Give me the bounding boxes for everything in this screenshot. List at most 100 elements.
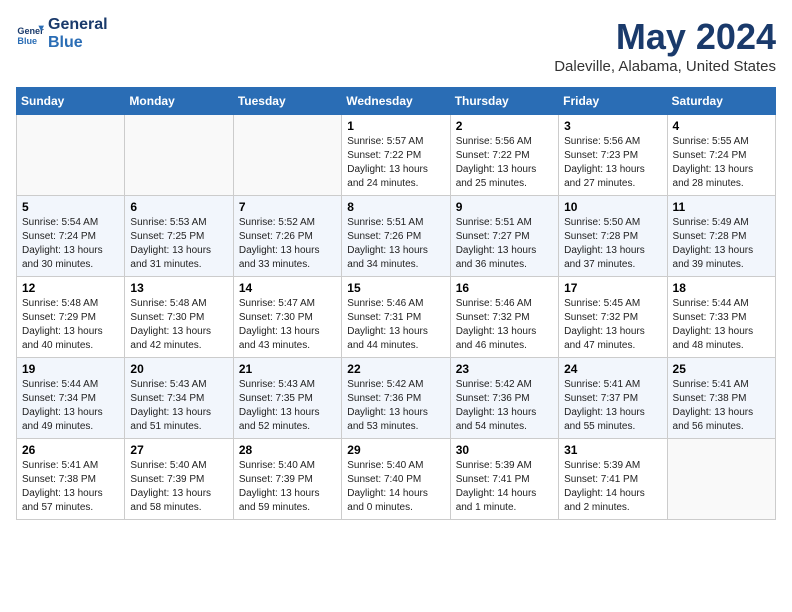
day-number: 6 bbox=[130, 200, 227, 214]
week-row-5: 26 Sunrise: 5:41 AM Sunset: 7:38 PM Dayli… bbox=[17, 439, 776, 520]
day-info: Sunrise: 5:43 AM Sunset: 7:34 PM Dayligh… bbox=[130, 378, 227, 434]
day-info: Sunrise: 5:52 AM Sunset: 7:26 PM Dayligh… bbox=[239, 216, 336, 272]
day-info: Sunrise: 5:41 AM Sunset: 7:38 PM Dayligh… bbox=[673, 378, 770, 434]
day-info: Sunrise: 5:44 AM Sunset: 7:34 PM Dayligh… bbox=[22, 378, 119, 434]
header-row: SundayMondayTuesdayWednesdayThursdayFrid… bbox=[17, 88, 776, 115]
day-cell: 3 Sunrise: 5:56 AM Sunset: 7:23 PM Daylig… bbox=[559, 115, 667, 196]
day-number: 8 bbox=[347, 200, 444, 214]
day-number: 30 bbox=[456, 443, 553, 457]
day-cell: 25Sunrise: 5:41 AM Sunset: 7:38 PM Dayli… bbox=[667, 358, 775, 439]
day-cell: 26 Sunrise: 5:41 AM Sunset: 7:38 PM Dayli… bbox=[17, 439, 125, 520]
day-cell: 29Sunrise: 5:40 AM Sunset: 7:40 PM Dayli… bbox=[342, 439, 450, 520]
day-cell: 23 Sunrise: 5:42 AM Sunset: 7:36 PM Dayli… bbox=[450, 358, 558, 439]
col-header-sunday: Sunday bbox=[17, 88, 125, 115]
week-row-2: 5 Sunrise: 5:54 AM Sunset: 7:24 PM Daylig… bbox=[17, 196, 776, 277]
day-cell: 10Sunrise: 5:50 AM Sunset: 7:28 PM Dayli… bbox=[559, 196, 667, 277]
logo-icon: General Blue bbox=[16, 20, 44, 48]
week-row-1: 1 Sunrise: 5:57 AM Sunset: 7:22 PM Daylig… bbox=[17, 115, 776, 196]
day-info: Sunrise: 5:50 AM Sunset: 7:28 PM Dayligh… bbox=[564, 216, 661, 272]
day-info: Sunrise: 5:54 AM Sunset: 7:24 PM Dayligh… bbox=[22, 216, 119, 272]
day-number: 15 bbox=[347, 281, 444, 295]
day-info: Sunrise: 5:51 AM Sunset: 7:26 PM Dayligh… bbox=[347, 216, 444, 272]
day-number: 31 bbox=[564, 443, 661, 457]
col-header-saturday: Saturday bbox=[667, 88, 775, 115]
day-cell: 2 Sunrise: 5:56 AM Sunset: 7:22 PM Daylig… bbox=[450, 115, 558, 196]
day-cell: 20 Sunrise: 5:43 AM Sunset: 7:34 PM Dayli… bbox=[125, 358, 233, 439]
day-info: Sunrise: 5:47 AM Sunset: 7:30 PM Dayligh… bbox=[239, 297, 336, 353]
day-number: 3 bbox=[564, 119, 661, 133]
day-info: Sunrise: 5:40 AM Sunset: 7:39 PM Dayligh… bbox=[130, 459, 227, 515]
day-info: Sunrise: 5:41 AM Sunset: 7:38 PM Dayligh… bbox=[22, 459, 119, 515]
day-info: Sunrise: 5:40 AM Sunset: 7:39 PM Dayligh… bbox=[239, 459, 336, 515]
logo-text-blue: Blue bbox=[48, 34, 108, 52]
col-header-wednesday: Wednesday bbox=[342, 88, 450, 115]
day-info: Sunrise: 5:46 AM Sunset: 7:31 PM Dayligh… bbox=[347, 297, 444, 353]
day-number: 2 bbox=[456, 119, 553, 133]
day-number: 17 bbox=[564, 281, 661, 295]
day-cell: 16Sunrise: 5:46 AM Sunset: 7:32 PM Dayli… bbox=[450, 277, 558, 358]
day-info: Sunrise: 5:56 AM Sunset: 7:23 PM Dayligh… bbox=[564, 135, 661, 191]
day-cell: 12Sunrise: 5:48 AM Sunset: 7:29 PM Dayli… bbox=[17, 277, 125, 358]
day-info: Sunrise: 5:55 AM Sunset: 7:24 PM Dayligh… bbox=[673, 135, 770, 191]
day-number: 28 bbox=[239, 443, 336, 457]
day-cell: 14 Sunrise: 5:47 AM Sunset: 7:30 PM Dayli… bbox=[233, 277, 341, 358]
main-title: May 2024 bbox=[554, 16, 776, 58]
day-cell: 4 Sunrise: 5:55 AM Sunset: 7:24 PM Daylig… bbox=[667, 115, 775, 196]
day-cell: 31Sunrise: 5:39 AM Sunset: 7:41 PM Dayli… bbox=[559, 439, 667, 520]
day-cell: 15 Sunrise: 5:46 AM Sunset: 7:31 PM Dayli… bbox=[342, 277, 450, 358]
calendar-table: SundayMondayTuesdayWednesdayThursdayFrid… bbox=[16, 87, 776, 520]
day-info: Sunrise: 5:42 AM Sunset: 7:36 PM Dayligh… bbox=[347, 378, 444, 434]
day-number: 13 bbox=[130, 281, 227, 295]
title-block: May 2024 Daleville, Alabama, United Stat… bbox=[554, 16, 776, 75]
day-info: Sunrise: 5:45 AM Sunset: 7:32 PM Dayligh… bbox=[564, 297, 661, 353]
day-info: Sunrise: 5:40 AM Sunset: 7:40 PM Dayligh… bbox=[347, 459, 444, 515]
day-cell: 22 Sunrise: 5:42 AM Sunset: 7:36 PM Dayli… bbox=[342, 358, 450, 439]
day-info: Sunrise: 5:43 AM Sunset: 7:35 PM Dayligh… bbox=[239, 378, 336, 434]
day-number: 9 bbox=[456, 200, 553, 214]
day-cell: 6Sunrise: 5:53 AM Sunset: 7:25 PM Daylig… bbox=[125, 196, 233, 277]
day-number: 24 bbox=[564, 362, 661, 376]
day-cell: 17 Sunrise: 5:45 AM Sunset: 7:32 PM Dayli… bbox=[559, 277, 667, 358]
day-cell: 28 Sunrise: 5:40 AM Sunset: 7:39 PM Dayli… bbox=[233, 439, 341, 520]
day-cell: 19 Sunrise: 5:44 AM Sunset: 7:34 PM Dayli… bbox=[17, 358, 125, 439]
day-number: 20 bbox=[130, 362, 227, 376]
day-number: 19 bbox=[22, 362, 119, 376]
day-number: 16 bbox=[456, 281, 553, 295]
day-info: Sunrise: 5:49 AM Sunset: 7:28 PM Dayligh… bbox=[673, 216, 770, 272]
subtitle: Daleville, Alabama, United States bbox=[554, 58, 776, 75]
day-cell: 11 Sunrise: 5:49 AM Sunset: 7:28 PM Dayli… bbox=[667, 196, 775, 277]
day-number: 12 bbox=[22, 281, 119, 295]
day-number: 4 bbox=[673, 119, 770, 133]
day-number: 18 bbox=[673, 281, 770, 295]
day-cell bbox=[233, 115, 341, 196]
day-info: Sunrise: 5:42 AM Sunset: 7:36 PM Dayligh… bbox=[456, 378, 553, 434]
day-cell bbox=[125, 115, 233, 196]
day-cell: 7Sunrise: 5:52 AM Sunset: 7:26 PM Daylig… bbox=[233, 196, 341, 277]
day-info: Sunrise: 5:39 AM Sunset: 7:41 PM Dayligh… bbox=[456, 459, 553, 515]
logo: General Blue General Blue bbox=[16, 16, 108, 51]
day-number: 1 bbox=[347, 119, 444, 133]
day-number: 5 bbox=[22, 200, 119, 214]
day-info: Sunrise: 5:51 AM Sunset: 7:27 PM Dayligh… bbox=[456, 216, 553, 272]
day-cell: 5 Sunrise: 5:54 AM Sunset: 7:24 PM Daylig… bbox=[17, 196, 125, 277]
day-cell: 24 Sunrise: 5:41 AM Sunset: 7:37 PM Dayli… bbox=[559, 358, 667, 439]
day-info: Sunrise: 5:48 AM Sunset: 7:30 PM Dayligh… bbox=[130, 297, 227, 353]
day-cell bbox=[17, 115, 125, 196]
day-info: Sunrise: 5:57 AM Sunset: 7:22 PM Dayligh… bbox=[347, 135, 444, 191]
day-number: 26 bbox=[22, 443, 119, 457]
day-cell: 9 Sunrise: 5:51 AM Sunset: 7:27 PM Daylig… bbox=[450, 196, 558, 277]
day-info: Sunrise: 5:44 AM Sunset: 7:33 PM Dayligh… bbox=[673, 297, 770, 353]
day-cell: 1 Sunrise: 5:57 AM Sunset: 7:22 PM Daylig… bbox=[342, 115, 450, 196]
day-info: Sunrise: 5:41 AM Sunset: 7:37 PM Dayligh… bbox=[564, 378, 661, 434]
day-number: 11 bbox=[673, 200, 770, 214]
col-header-friday: Friday bbox=[559, 88, 667, 115]
svg-text:Blue: Blue bbox=[17, 35, 37, 45]
day-number: 14 bbox=[239, 281, 336, 295]
col-header-monday: Monday bbox=[125, 88, 233, 115]
day-cell: 18 Sunrise: 5:44 AM Sunset: 7:33 PM Dayli… bbox=[667, 277, 775, 358]
day-cell: 13 Sunrise: 5:48 AM Sunset: 7:30 PM Dayli… bbox=[125, 277, 233, 358]
week-row-3: 12Sunrise: 5:48 AM Sunset: 7:29 PM Dayli… bbox=[17, 277, 776, 358]
day-number: 22 bbox=[347, 362, 444, 376]
day-info: Sunrise: 5:56 AM Sunset: 7:22 PM Dayligh… bbox=[456, 135, 553, 191]
day-number: 23 bbox=[456, 362, 553, 376]
